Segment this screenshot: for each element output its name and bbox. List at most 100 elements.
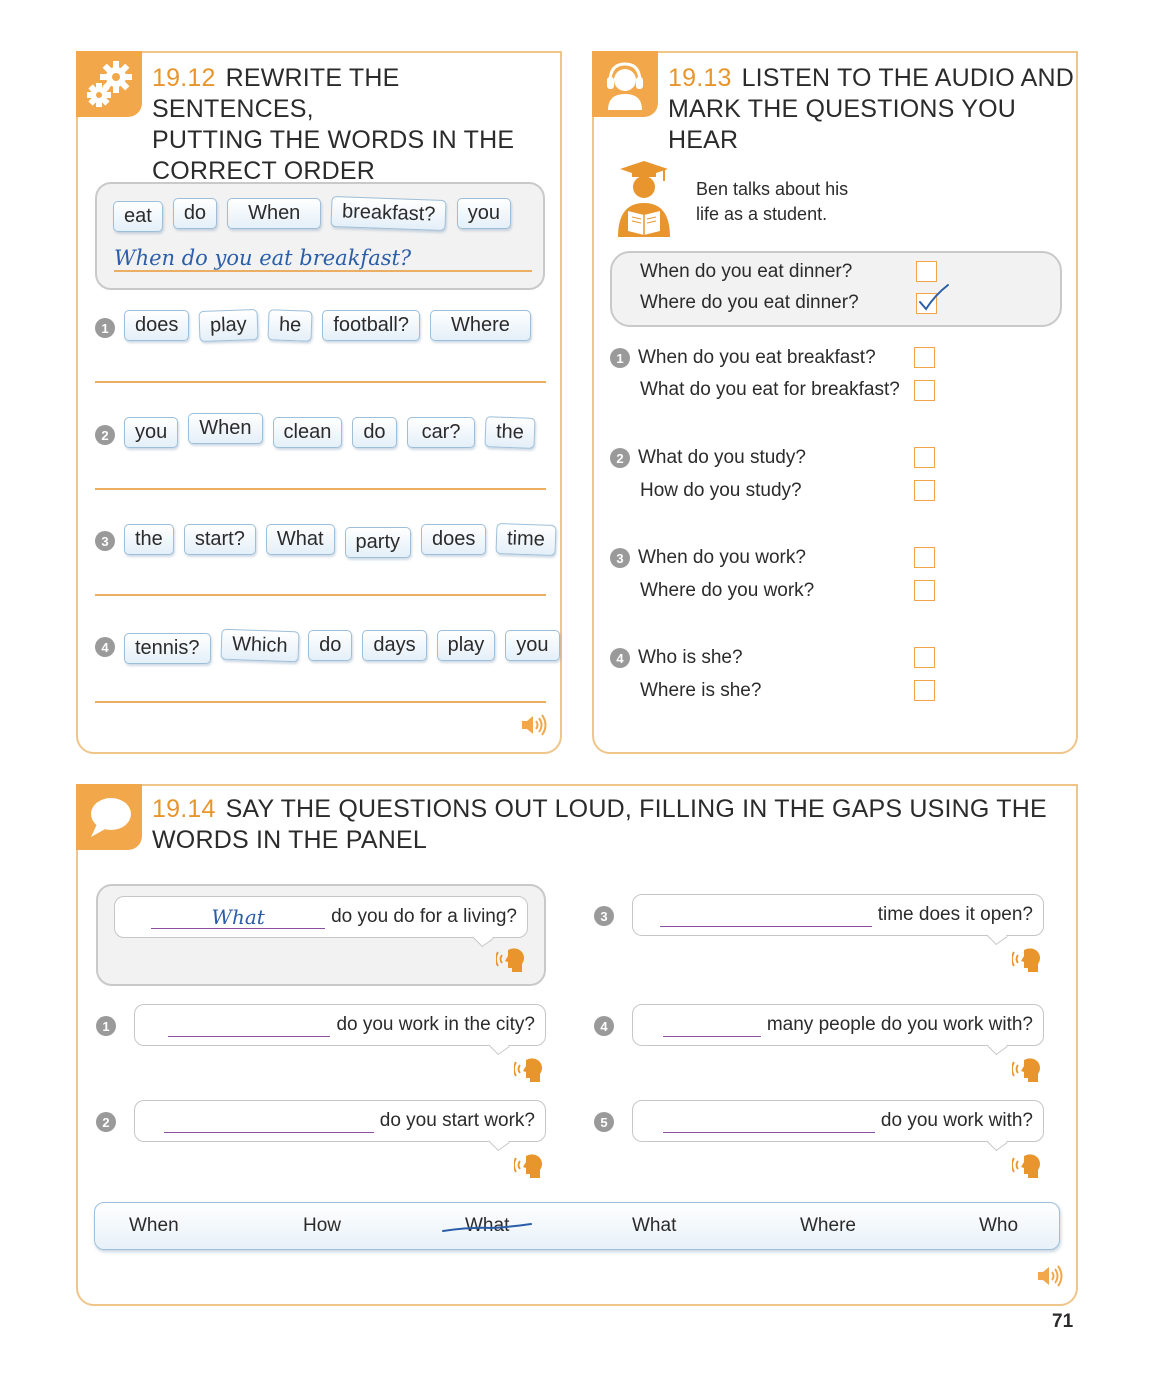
item-number-badge: 3 bbox=[594, 906, 614, 926]
checkbox[interactable] bbox=[914, 347, 935, 368]
answer-gap[interactable] bbox=[662, 1013, 761, 1037]
word-tile[interactable]: Which bbox=[219, 628, 299, 663]
checkbox[interactable] bbox=[914, 447, 935, 468]
word-tiles-row: tennis? Which do days play you bbox=[124, 628, 560, 664]
word-tile[interactable]: do bbox=[172, 198, 218, 229]
question-text: do you start work? bbox=[379, 1110, 535, 1131]
question-text: do you do for a living? bbox=[331, 906, 517, 927]
answer-line[interactable] bbox=[95, 488, 546, 490]
question-text: Where do you work? bbox=[640, 580, 815, 601]
word-tile[interactable]: clean bbox=[272, 417, 343, 448]
checkbox[interactable] bbox=[914, 547, 935, 568]
item-number-badge: 3 bbox=[610, 548, 630, 568]
checkbox[interactable] bbox=[914, 647, 935, 668]
speaking-head-icon bbox=[1011, 1056, 1044, 1089]
answer-line[interactable] bbox=[95, 594, 546, 596]
speaking-head-icon bbox=[513, 1152, 546, 1185]
word-tile[interactable]: What bbox=[265, 524, 335, 555]
exercise-19-12-panel: 19.12 REWRITE THE SENTENCES, PUTTING THE … bbox=[76, 51, 562, 754]
item-number-badge: 1 bbox=[96, 1016, 116, 1036]
question-text: When do you eat dinner? bbox=[640, 261, 853, 282]
question-text: Where do you eat dinner? bbox=[640, 292, 859, 313]
example-box: When do you eat dinner? Where do you eat… bbox=[610, 251, 1062, 327]
word-tile[interactable]: start? bbox=[183, 524, 256, 555]
strikethrough-mark bbox=[442, 1223, 532, 1232]
question-text: do you work in the city? bbox=[336, 1014, 535, 1035]
item-number-badge: 4 bbox=[594, 1016, 614, 1036]
speaking-head-icon bbox=[1011, 946, 1044, 979]
example-answer: When do you eat breakfast? bbox=[114, 246, 412, 270]
item-number-badge: 5 bbox=[594, 1112, 614, 1132]
checkmark-icon bbox=[917, 283, 951, 318]
question-text: How do you study? bbox=[640, 480, 802, 501]
student-icon bbox=[612, 159, 676, 244]
panel-word: How bbox=[303, 1215, 342, 1236]
panel-word: What bbox=[632, 1215, 677, 1236]
exercise-number: 19.12 bbox=[152, 64, 216, 92]
item-number-badge: 2 bbox=[610, 448, 630, 468]
word-tile[interactable]: the bbox=[484, 416, 536, 449]
word-tile[interactable]: he bbox=[267, 309, 313, 342]
word-tile[interactable]: does bbox=[421, 524, 487, 555]
word-tile[interactable]: do bbox=[352, 417, 397, 448]
item-number-badge: 2 bbox=[96, 1112, 116, 1132]
question-text: many people do you work with? bbox=[766, 1014, 1033, 1035]
item-number-badge: 4 bbox=[95, 637, 115, 657]
answer-gap[interactable] bbox=[163, 1109, 374, 1133]
checkbox[interactable] bbox=[914, 380, 935, 401]
word-tile[interactable]: time bbox=[495, 522, 557, 557]
item-number-badge: 3 bbox=[95, 531, 115, 551]
checkbox[interactable] bbox=[916, 261, 937, 282]
question-text: What do you study? bbox=[638, 447, 806, 468]
word-tile[interactable]: you bbox=[456, 198, 511, 229]
word-tile[interactable]: football? bbox=[322, 310, 420, 341]
word-tile[interactable]: Where bbox=[429, 310, 531, 341]
example-box: What do you do for a living? bbox=[96, 884, 546, 986]
audio-speaker-icon[interactable] bbox=[520, 713, 548, 742]
answer-gap[interactable] bbox=[662, 1109, 875, 1133]
word-tiles-row: you When clean do car? the bbox=[124, 413, 536, 449]
speech-bubble: time does it open? bbox=[632, 894, 1044, 936]
item-number-badge: 2 bbox=[95, 425, 115, 445]
word-tile[interactable]: play bbox=[198, 308, 259, 343]
word-tile[interactable]: tennis? bbox=[124, 633, 211, 664]
panel-word: Who bbox=[979, 1215, 1019, 1236]
checkbox[interactable] bbox=[914, 580, 935, 601]
speech-bubble: do you work with? bbox=[632, 1100, 1044, 1142]
checkbox[interactable] bbox=[914, 480, 935, 501]
word-tile[interactable]: When bbox=[188, 413, 263, 444]
checkbox[interactable] bbox=[914, 680, 935, 701]
word-tiles-row: the start? What party does time bbox=[124, 522, 557, 558]
word-tile[interactable]: does bbox=[124, 310, 190, 341]
answer-gap[interactable] bbox=[659, 903, 872, 927]
speaking-head-icon bbox=[513, 1056, 546, 1089]
word-tiles-row: does play he football? Where bbox=[124, 308, 531, 343]
example-word-tiles: eat do When breakfast? you bbox=[113, 195, 511, 232]
word-tile[interactable]: play bbox=[436, 630, 496, 661]
word-tile[interactable]: you bbox=[505, 630, 560, 661]
answer-line[interactable] bbox=[95, 381, 546, 383]
word-tile[interactable]: the bbox=[124, 524, 174, 555]
example-box: eat do When breakfast? you When do you e… bbox=[95, 182, 545, 290]
exercise-19-13-title: 19.13 LISTEN TO THE AUDIO AND MARK THE QU… bbox=[668, 64, 1075, 154]
word-tile[interactable]: breakfast? bbox=[330, 195, 448, 232]
question-text: When do you eat breakfast? bbox=[638, 347, 876, 368]
word-tile[interactable]: party bbox=[344, 527, 411, 558]
audio-speaker-icon[interactable] bbox=[1036, 1264, 1064, 1293]
item-number-badge: 1 bbox=[610, 348, 630, 368]
exercise-19-12-title: 19.12 REWRITE THE SENTENCES, PUTTING THE … bbox=[152, 64, 515, 185]
question-text: Where is she? bbox=[640, 680, 762, 701]
answer-line[interactable] bbox=[95, 701, 546, 703]
word-tile[interactable]: do bbox=[308, 630, 353, 661]
answer-gap: What bbox=[151, 905, 326, 929]
question-text: When do you work? bbox=[638, 547, 806, 568]
answer-gap[interactable] bbox=[168, 1013, 331, 1037]
intro-text: Ben talks about his life as a student. bbox=[696, 179, 849, 224]
word-tile[interactable]: days bbox=[362, 630, 427, 661]
word-tile[interactable]: When bbox=[227, 198, 322, 229]
exercise-number: 19.13 bbox=[668, 64, 732, 92]
word-tile[interactable]: car? bbox=[406, 417, 476, 448]
word-tile[interactable]: you bbox=[124, 417, 179, 448]
speech-bubble: do you start work? bbox=[134, 1100, 546, 1142]
word-tile[interactable]: eat bbox=[113, 201, 163, 232]
